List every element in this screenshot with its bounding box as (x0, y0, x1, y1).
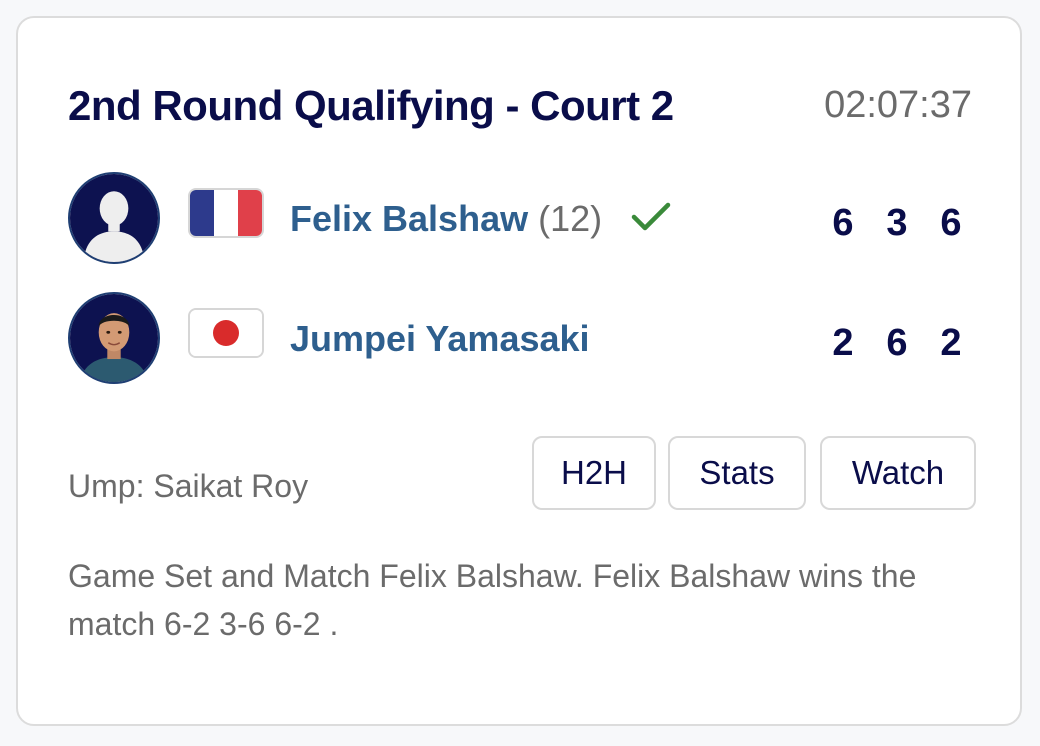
match-card: 2nd Round Qualifying - Court 2 02:07:37 … (16, 16, 1022, 726)
player-name[interactable]: Felix Balshaw (12) (290, 198, 602, 240)
match-summary: Game Set and Match Felix Balshaw. Felix … (68, 558, 917, 642)
set-score: 6 (940, 202, 962, 244)
watch-button[interactable]: Watch (820, 436, 976, 510)
score-list: 6 3 6 (816, 202, 978, 245)
player-name-text[interactable]: Felix Balshaw (290, 198, 528, 239)
set-score: 3 (886, 202, 908, 244)
player-photo (70, 294, 158, 382)
set-score: 2 (940, 322, 962, 364)
france-flag (188, 188, 264, 238)
player-name[interactable]: Jumpei Yamasaki (290, 318, 590, 360)
avatar[interactable] (68, 292, 160, 384)
player-name-text[interactable]: Jumpei Yamasaki (290, 318, 590, 359)
h2h-button[interactable]: H2H (532, 436, 656, 510)
set-score: 6 (832, 202, 854, 244)
player-seed: (12) (538, 198, 603, 239)
set-score: 6 (886, 322, 908, 364)
stats-button[interactable]: Stats (668, 436, 806, 510)
checkmark-icon (631, 202, 671, 231)
player-row: Felix Balshaw (12) 6 3 6 (68, 172, 978, 268)
person-silhouette-icon (70, 174, 158, 262)
set-score: 2 (832, 322, 854, 364)
japan-flag (188, 308, 264, 358)
score-list: 2 6 2 (816, 322, 978, 365)
match-time: 02:07:37 (824, 84, 972, 126)
match-title: 2nd Round Qualifying - Court 2 (68, 82, 674, 129)
umpire-label: Ump: Saikat Roy (68, 468, 309, 504)
player-row: Jumpei Yamasaki 2 6 2 (68, 292, 978, 388)
avatar[interactable] (68, 172, 160, 264)
